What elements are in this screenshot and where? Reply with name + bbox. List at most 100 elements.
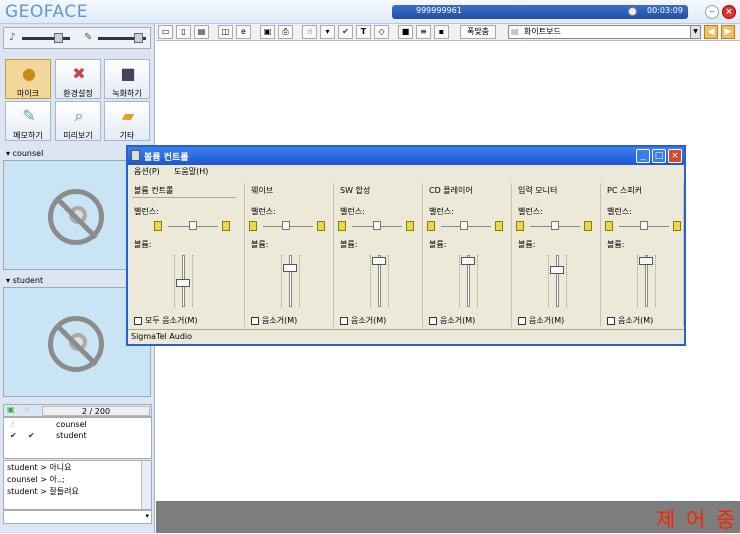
mute-label: 음소거(M) [262, 316, 298, 325]
check-icon[interactable]: ✔ [28, 431, 35, 440]
balance-thumb[interactable] [640, 221, 648, 230]
volume-thumb[interactable] [372, 257, 386, 266]
balance-thumb[interactable] [281, 221, 290, 230]
volume-thumb[interactable] [283, 263, 297, 272]
tool-settings-button[interactable]: ✖ 환경설정 [55, 59, 101, 99]
counsel-pane-title: counsel [12, 149, 44, 158]
volume-slider[interactable] [556, 255, 559, 307]
check-icon[interactable]: ✔ [10, 431, 17, 440]
mute-checkbox[interactable]: 음소거(M) [251, 315, 297, 326]
line-width-icon[interactable]: ≡ [416, 25, 431, 39]
volume-thumb[interactable] [461, 257, 475, 266]
speaker-left-icon [338, 221, 346, 231]
balance-thumb[interactable] [189, 221, 197, 230]
tool-preview-button[interactable]: ⌕ 미리보기 [55, 101, 101, 141]
checkbox-box[interactable] [429, 316, 437, 325]
mute-checkbox[interactable]: 음소거(M) [429, 315, 475, 326]
list-item[interactable]: student [56, 431, 87, 440]
browser-icon[interactable]: e [236, 25, 251, 39]
folder-icon: ▰ [121, 106, 135, 125]
list-item[interactable]: counsel [56, 420, 87, 429]
presenter-icon[interactable]: ▭ [158, 25, 173, 39]
next-page-button[interactable]: ▶ [721, 25, 735, 39]
chat-scrollbar[interactable] [141, 461, 151, 509]
maximize-button[interactable]: □ [652, 149, 666, 163]
balance-thumb[interactable] [551, 221, 559, 230]
prev-page-button[interactable]: ◀ [704, 25, 718, 39]
camera-icon: ■ [120, 64, 136, 83]
tool-microphone-button[interactable]: ● 마이크 [5, 59, 51, 99]
eraser-icon[interactable]: ◇ [374, 25, 389, 39]
hand-icon[interactable]: ☝ [24, 405, 29, 414]
volume-menu-bar: 옵션(P) 도움말(H) [128, 165, 684, 179]
minimize-button[interactable]: _ [636, 149, 650, 163]
tick-marks [388, 255, 390, 307]
close-button[interactable]: × [668, 149, 682, 163]
checkbox-box[interactable] [518, 316, 526, 325]
minimize-button[interactable]: – [705, 5, 719, 19]
save-icon[interactable]: ▣ [260, 25, 275, 39]
column-title: CD 플레이어 [429, 186, 473, 195]
tool-etc-button[interactable]: ▰ 기타 [104, 101, 150, 141]
divider [132, 197, 236, 198]
menu-help[interactable]: 도움말(H) [174, 165, 208, 179]
checkbox-box[interactable] [340, 316, 348, 325]
volume-thumb[interactable] [176, 279, 190, 288]
webcam-icon [69, 206, 87, 224]
tool-record-button[interactable]: ■ 녹화하기 [104, 59, 150, 99]
volume-label: 볼륨: [607, 240, 625, 249]
column-title: 볼륨 컨트롤 [134, 186, 174, 195]
volume-label: 볼륨: [429, 240, 447, 249]
volume-column-2: SW 합성 밸런스: 볼륨: 음소거(M) [334, 183, 423, 327]
mute-checkbox[interactable]: 모두 음소거(M) [134, 315, 198, 326]
open-folder-icon[interactable]: ▯ [176, 25, 191, 39]
volume-column-4: 입력 모니터 밸런스: 볼륨: 음소거(M) [512, 183, 601, 327]
app-logo: GEOFACE [5, 2, 88, 22]
board-select-value: 화이트보드 [524, 27, 561, 36]
tool-label: 환경설정 [63, 89, 93, 98]
mute-checkbox[interactable]: 음소거(M) [518, 315, 564, 326]
balance-thumb[interactable] [373, 221, 381, 230]
mic-slider-knob[interactable] [134, 33, 143, 43]
fit-width-button[interactable]: 폭맞춤 [460, 25, 496, 39]
check-tool-icon[interactable]: ✔ [338, 25, 353, 39]
speaker-slider-knob[interactable] [54, 33, 63, 43]
volume-thumb[interactable] [639, 257, 653, 266]
chevron-down-icon[interactable]: ▼ [690, 26, 700, 38]
chat-input[interactable]: ▾ [3, 510, 152, 524]
volume-column-3: CD 플레이어밸런스: 볼륨: 음소거(M) [423, 183, 512, 327]
menu-options[interactable]: 옵션(P) [134, 165, 160, 179]
checkbox-box[interactable] [607, 316, 615, 325]
chevron-down-icon[interactable]: ▾ [145, 512, 149, 520]
capture-icon[interactable]: ◫ [218, 25, 233, 39]
memo-icon: ✎ [22, 106, 36, 125]
print-icon[interactable]: ⎙ [278, 25, 293, 39]
tool-label: 마이크 [16, 89, 40, 98]
volume-window-titlebar[interactable]: 볼륨 컨트롤 _ □ × [128, 147, 684, 165]
text-tool-icon[interactable]: T [356, 25, 371, 39]
volume-column-5: PC 스피커 밸런스: 볼륨: 음소거(M) [601, 183, 684, 327]
volume-slider[interactable] [289, 255, 292, 307]
user-filter-icon[interactable]: ▣ [7, 405, 15, 414]
marker-icon[interactable]: ▾ [320, 25, 335, 39]
volume-thumb[interactable] [550, 266, 564, 274]
color-icon[interactable]: ■ [398, 25, 413, 39]
board-select[interactable]: ▤ 화이트보드 ▼ [508, 25, 701, 39]
open-file-icon[interactable]: ▤ [194, 25, 209, 39]
student-pane-title: student [12, 276, 44, 285]
tool-memo-button[interactable]: ✎ 메모하기 [5, 101, 51, 141]
mute-checkbox[interactable]: 음소거(M) [340, 315, 386, 326]
shape-icon[interactable]: ▪ [434, 25, 449, 39]
chat-message: student > 잘들려요 [7, 487, 79, 496]
hand-tool-icon[interactable]: ☝ [302, 25, 317, 39]
balance-label: 밸런스: [429, 207, 454, 216]
checkbox-box[interactable] [134, 316, 142, 325]
checkbox-box[interactable] [251, 316, 259, 325]
mute-checkbox[interactable]: 음소거(M) [607, 315, 653, 326]
volume-column-1: 웨이브 밸런스: 볼륨: 음소거(M) [245, 183, 334, 327]
user-id: 999999961 [416, 6, 462, 15]
close-button[interactable]: × [722, 5, 736, 19]
speaker-left-icon [427, 221, 435, 231]
balance-thumb[interactable] [459, 221, 468, 230]
chat-message: counsel > 아..; [7, 475, 65, 484]
